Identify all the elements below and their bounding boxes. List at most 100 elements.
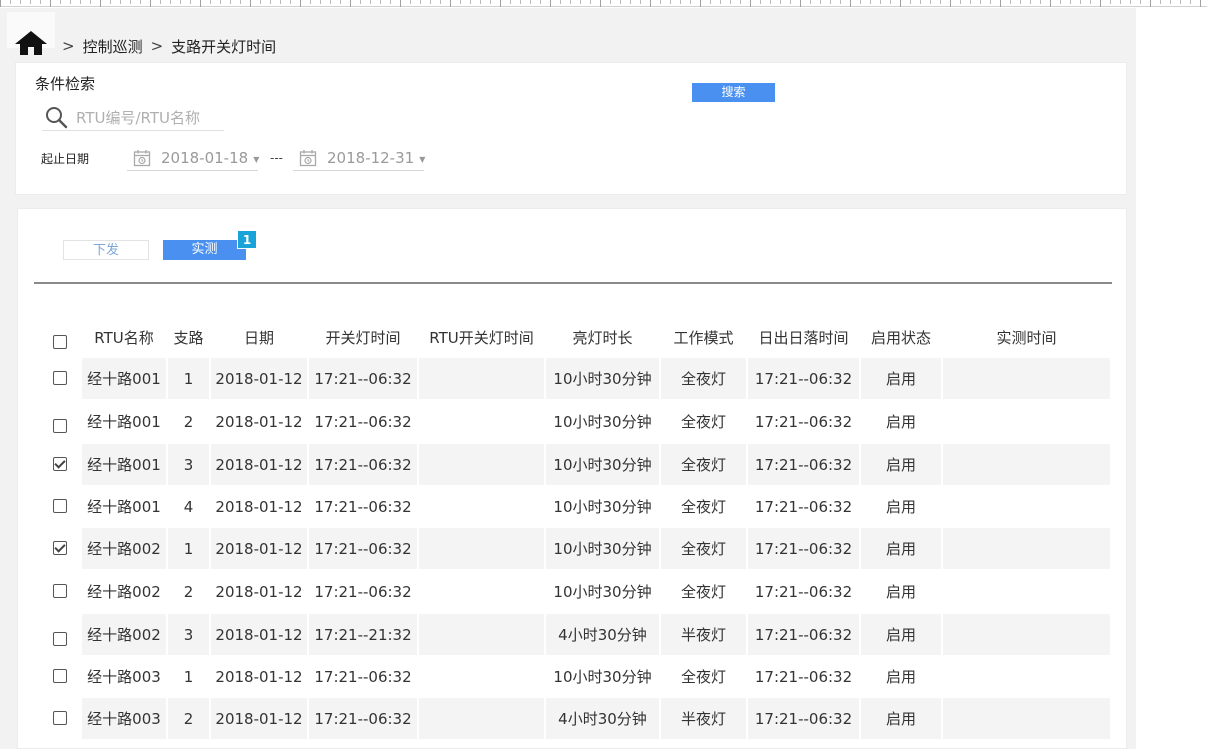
cell-date: 2018-01-12: [215, 539, 303, 558]
breadcrumb-item-branch-switch-time: 支路开关灯时间: [171, 37, 277, 56]
cell-enable-status: 启用: [885, 710, 916, 728]
start-date-picker[interactable]: 2018-01-18 ▼: [127, 145, 259, 171]
cell-switch-time: 17:21--06:32: [314, 582, 412, 601]
cell-rtu-switch-time: [419, 614, 544, 655]
cell-branch: 1: [183, 369, 194, 388]
cell-date: 2018-01-12: [215, 667, 303, 686]
cell-rtu-switch-time: [419, 444, 544, 485]
cell-rtu-name: 经十路002: [87, 540, 161, 558]
column-header-work-mode: 工作模式: [673, 328, 734, 347]
cell-light-duration: 10小时30分钟: [553, 540, 652, 558]
cell-branch: 3: [183, 455, 194, 474]
column-header-branch: 支路: [173, 328, 204, 347]
cell-switch-time: 17:21--06:32: [314, 455, 412, 474]
cell-work-mode: 全夜灯: [680, 498, 726, 516]
cell-branch: 2: [183, 582, 194, 601]
breadcrumb-item-control-patrol[interactable]: 控制巡测: [83, 36, 143, 57]
cell-light-duration: 10小时30分钟: [553, 370, 652, 388]
cell-rtu-switch-time: [419, 358, 544, 399]
cell-measure-time: [943, 486, 1110, 527]
cell-measure-time: [943, 698, 1110, 739]
cell-switch-time: 17:21--21:32: [314, 625, 412, 644]
search-panel: 条件检索 RTU编号/RTU名称 搜索 起止日期 2018-01-18 ▼ --…: [15, 62, 1127, 195]
start-date-value: 2018-01-18: [161, 148, 249, 167]
cell-light-duration: 4小时30分钟: [558, 710, 647, 728]
cell-sunrise-sunset: 17:21--06:32: [754, 455, 853, 474]
count-badge: 1: [237, 230, 257, 249]
breadcrumb: > 控制巡测 > 支路开关灯时间: [62, 36, 276, 56]
cell-light-duration: 10小时30分钟: [553, 498, 652, 516]
top-ruler: [0, 0, 1207, 7]
cell-measure-time: [943, 571, 1110, 612]
column-header-date: 日期: [243, 328, 274, 347]
cell-branch: 1: [183, 539, 194, 558]
row-checkbox[interactable]: [53, 669, 67, 683]
cell-work-mode: 半夜灯: [680, 626, 726, 644]
cell-sunrise-sunset: 17:21--06:32: [754, 497, 853, 516]
tab-issue[interactable]: 下发: [63, 240, 149, 260]
cell-rtu-name: 经十路002: [87, 583, 161, 601]
cell-switch-time: 17:21--06:32: [314, 667, 412, 686]
cell-rtu-switch-time: [419, 698, 544, 739]
tab-measure[interactable]: 实测: [163, 240, 246, 260]
cell-measure-time: [943, 614, 1110, 655]
cell-sunrise-sunset: 17:21--06:32: [754, 582, 853, 601]
column-header-switch-time: 开关灯时间: [325, 328, 401, 347]
row-checkbox[interactable]: [53, 499, 67, 513]
cell-sunrise-sunset: 17:21--06:32: [754, 369, 853, 388]
cell-enable-status: 启用: [885, 413, 916, 431]
row-checkbox[interactable]: [53, 371, 67, 385]
end-date-picker[interactable]: 2018-12-31 ▼: [293, 145, 426, 171]
cell-branch: 2: [183, 412, 194, 431]
cell-measure-time: [943, 444, 1110, 485]
cell-date: 2018-01-12: [215, 497, 303, 516]
cell-work-mode: 全夜灯: [680, 583, 726, 601]
cell-rtu-switch-time: [419, 401, 544, 442]
row-checkbox[interactable]: [53, 541, 67, 555]
row-checkbox[interactable]: [53, 457, 67, 471]
cell-sunrise-sunset: 17:21--06:32: [754, 412, 853, 431]
cell-branch: 3: [183, 625, 194, 644]
cell-enable-status: 启用: [885, 456, 916, 474]
search-panel-title: 条件检索: [35, 75, 96, 93]
chevron-down-icon: ▼: [419, 154, 426, 164]
cell-switch-time: 17:21--06:32: [314, 709, 412, 728]
cell-date: 2018-01-12: [215, 582, 303, 601]
cell-rtu-switch-time: [419, 528, 544, 569]
breadcrumb-separator: >: [62, 37, 75, 55]
row-checkbox[interactable]: [53, 711, 67, 725]
cell-rtu-name: 经十路003: [87, 668, 161, 686]
row-checkbox[interactable]: [53, 419, 67, 433]
cell-rtu-name: 经十路001: [87, 498, 161, 516]
cell-rtu-name: 经十路001: [87, 456, 161, 474]
cell-switch-time: 17:21--06:32: [314, 539, 412, 558]
search-placeholder: RTU编号/RTU名称: [76, 109, 200, 127]
cell-work-mode: 全夜灯: [680, 668, 726, 686]
cell-rtu-switch-time: [419, 486, 544, 527]
cell-measure-time: [943, 528, 1110, 569]
cell-enable-status: 启用: [885, 583, 916, 601]
cell-date: 2018-01-12: [215, 709, 303, 728]
row-checkbox[interactable]: [53, 584, 67, 598]
row-checkbox[interactable]: [53, 632, 67, 646]
cell-sunrise-sunset: 17:21--06:32: [754, 709, 853, 728]
search-icon: [46, 107, 68, 129]
search-input[interactable]: RTU编号/RTU名称: [42, 103, 224, 131]
column-header-sunrise-sunset: 日出日落时间: [758, 328, 849, 347]
cell-work-mode: 全夜灯: [680, 370, 726, 388]
cell-light-duration: 10小时30分钟: [553, 583, 652, 601]
cell-branch: 4: [183, 497, 194, 516]
search-button[interactable]: 搜索: [692, 83, 775, 102]
cell-switch-time: 17:21--06:32: [314, 369, 412, 388]
column-header-rtu-name: RTU名称: [94, 328, 154, 347]
date-range-label: 起止日期: [41, 152, 90, 166]
cell-date: 2018-01-12: [215, 455, 303, 474]
cell-work-mode: 全夜灯: [680, 456, 726, 474]
date-range-separator: ---: [270, 151, 283, 165]
home-icon[interactable]: [14, 30, 48, 56]
breadcrumb-separator: >: [150, 37, 164, 55]
cell-enable-status: 启用: [885, 498, 916, 516]
cell-light-duration: 10小时30分钟: [553, 668, 652, 686]
select-all-checkbox[interactable]: [53, 335, 67, 349]
cell-work-mode: 半夜灯: [680, 710, 726, 728]
